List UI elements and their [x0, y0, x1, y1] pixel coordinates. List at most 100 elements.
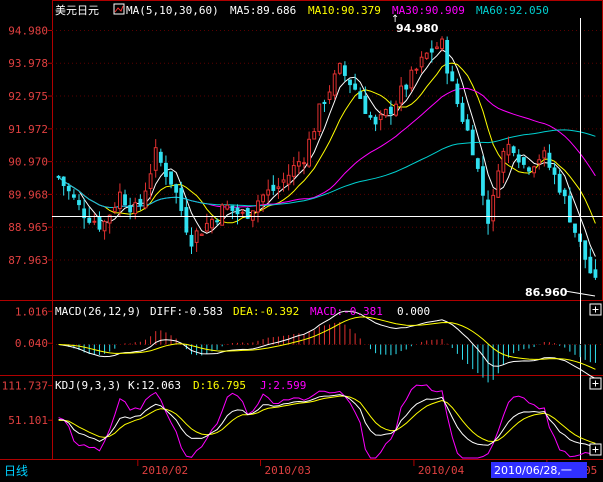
candle-body — [235, 207, 240, 215]
candle-body — [271, 184, 276, 191]
candle-body — [496, 170, 501, 198]
candle-body — [445, 39, 450, 74]
macd-panel-expand-button[interactable] — [589, 377, 602, 390]
candle-body — [102, 221, 107, 232]
candle-body — [435, 46, 439, 49]
candle-body — [506, 143, 511, 156]
candle-body — [256, 200, 260, 213]
candle-body — [547, 152, 552, 168]
candle-body — [286, 174, 291, 185]
candle-body — [164, 162, 168, 177]
candle-body — [194, 230, 199, 243]
candle-body — [92, 220, 97, 223]
kdj-panel-expand-button[interactable] — [589, 443, 602, 456]
candle-body — [368, 115, 373, 118]
candle-body — [281, 179, 286, 183]
candle-body — [322, 101, 327, 105]
candle-body — [404, 84, 409, 90]
candle-body — [491, 194, 496, 222]
candle-body — [327, 91, 332, 101]
candle-body — [399, 85, 404, 104]
candle-body — [486, 199, 490, 224]
ma30-value: MA30:90.909 — [392, 4, 465, 17]
period-tab[interactable]: 日线 — [4, 464, 28, 478]
candle-body — [153, 147, 158, 171]
candle-body — [296, 161, 301, 167]
ma5-value: MA5:89.686 — [230, 4, 296, 17]
candle-body — [583, 240, 588, 260]
candle-body — [593, 269, 598, 278]
candle-body — [66, 185, 71, 192]
candle-body — [302, 162, 306, 165]
candle-body — [189, 234, 194, 247]
candle-body — [199, 233, 204, 236]
candle-body — [56, 175, 61, 178]
candle-body — [394, 103, 398, 116]
ma10-value: MA10:90.379 — [308, 4, 381, 17]
cursor-date-box: 2010/06/28,一 — [491, 462, 587, 478]
date-tick-label: 2010/02 — [142, 464, 188, 477]
candle-body — [409, 69, 414, 89]
macd-params: MACD(26,12,9) — [55, 305, 141, 318]
ma60-value: MA60:92.050 — [476, 4, 549, 17]
candle-body — [169, 171, 173, 185]
candle-body — [317, 103, 322, 132]
candle-body — [250, 210, 255, 221]
candle-body — [537, 159, 542, 165]
candle-body — [470, 129, 475, 156]
macd-tick-label: 1.016 — [15, 305, 48, 318]
cursor-date-label: 2010/06/28,一 — [494, 464, 572, 477]
candle-body — [97, 215, 102, 230]
price-tick-label: 93.978 — [8, 57, 48, 70]
candle-body — [266, 189, 271, 196]
period-label: 日线 — [4, 464, 28, 478]
candle-body — [332, 73, 337, 96]
candle-body — [363, 95, 368, 114]
price-tick-label: 91.972 — [8, 123, 48, 136]
kline-chart-window: 94.980 93.978 92.975 91.972 90.970 89.968 88.9… — [0, 0, 603, 482]
price-panel-expand-button[interactable] — [589, 303, 602, 316]
price-tick-label: 92.975 — [8, 90, 48, 103]
candle-body — [358, 91, 363, 99]
ma-params: MA(5,10,30,60) — [126, 4, 219, 17]
candle-body — [348, 79, 352, 86]
kdj-params: KDJ(9,3,3) — [55, 379, 121, 392]
price-tick-label: 89.968 — [8, 188, 48, 201]
candle-body — [501, 150, 506, 173]
candle-body — [373, 116, 378, 125]
candle-body — [342, 65, 347, 76]
candle-body — [414, 68, 419, 71]
candle-body — [389, 106, 393, 115]
candle-body — [588, 256, 593, 274]
high-price-label: 94.980 — [396, 22, 439, 35]
candle-body — [118, 191, 122, 210]
candle-body — [573, 223, 577, 233]
kdj-tick-label: 111.737 — [2, 380, 48, 393]
date-tick-label: 2010/04 — [418, 464, 465, 477]
macd-tick-label: 0.040 — [15, 337, 48, 350]
candle-body — [148, 173, 153, 189]
candle-body — [552, 167, 557, 175]
kdj-tick-label: 51.101 — [8, 414, 48, 427]
candle-body — [133, 202, 138, 215]
candle-body — [440, 38, 444, 50]
price-tick-label: 87.963 — [8, 254, 48, 267]
macd-value: MACD:-0.381 — [310, 305, 383, 318]
price-tick-label: 88.965 — [8, 221, 48, 234]
candle-body — [112, 207, 117, 212]
candle-body — [128, 205, 133, 213]
candle-body — [383, 108, 388, 117]
candle-body — [225, 204, 230, 210]
candle-body — [143, 190, 148, 209]
candle-body — [460, 102, 465, 122]
candle-body — [429, 48, 434, 53]
candle-body — [455, 83, 460, 105]
candle-body — [542, 150, 547, 159]
candle-body — [276, 186, 281, 189]
candle-body — [562, 189, 567, 197]
candle-body — [158, 151, 163, 163]
price-tick-label: 94.980 — [8, 24, 48, 37]
low-price-label: 86.960 — [525, 286, 568, 299]
candle-body — [312, 131, 317, 140]
candle-body — [475, 158, 480, 169]
